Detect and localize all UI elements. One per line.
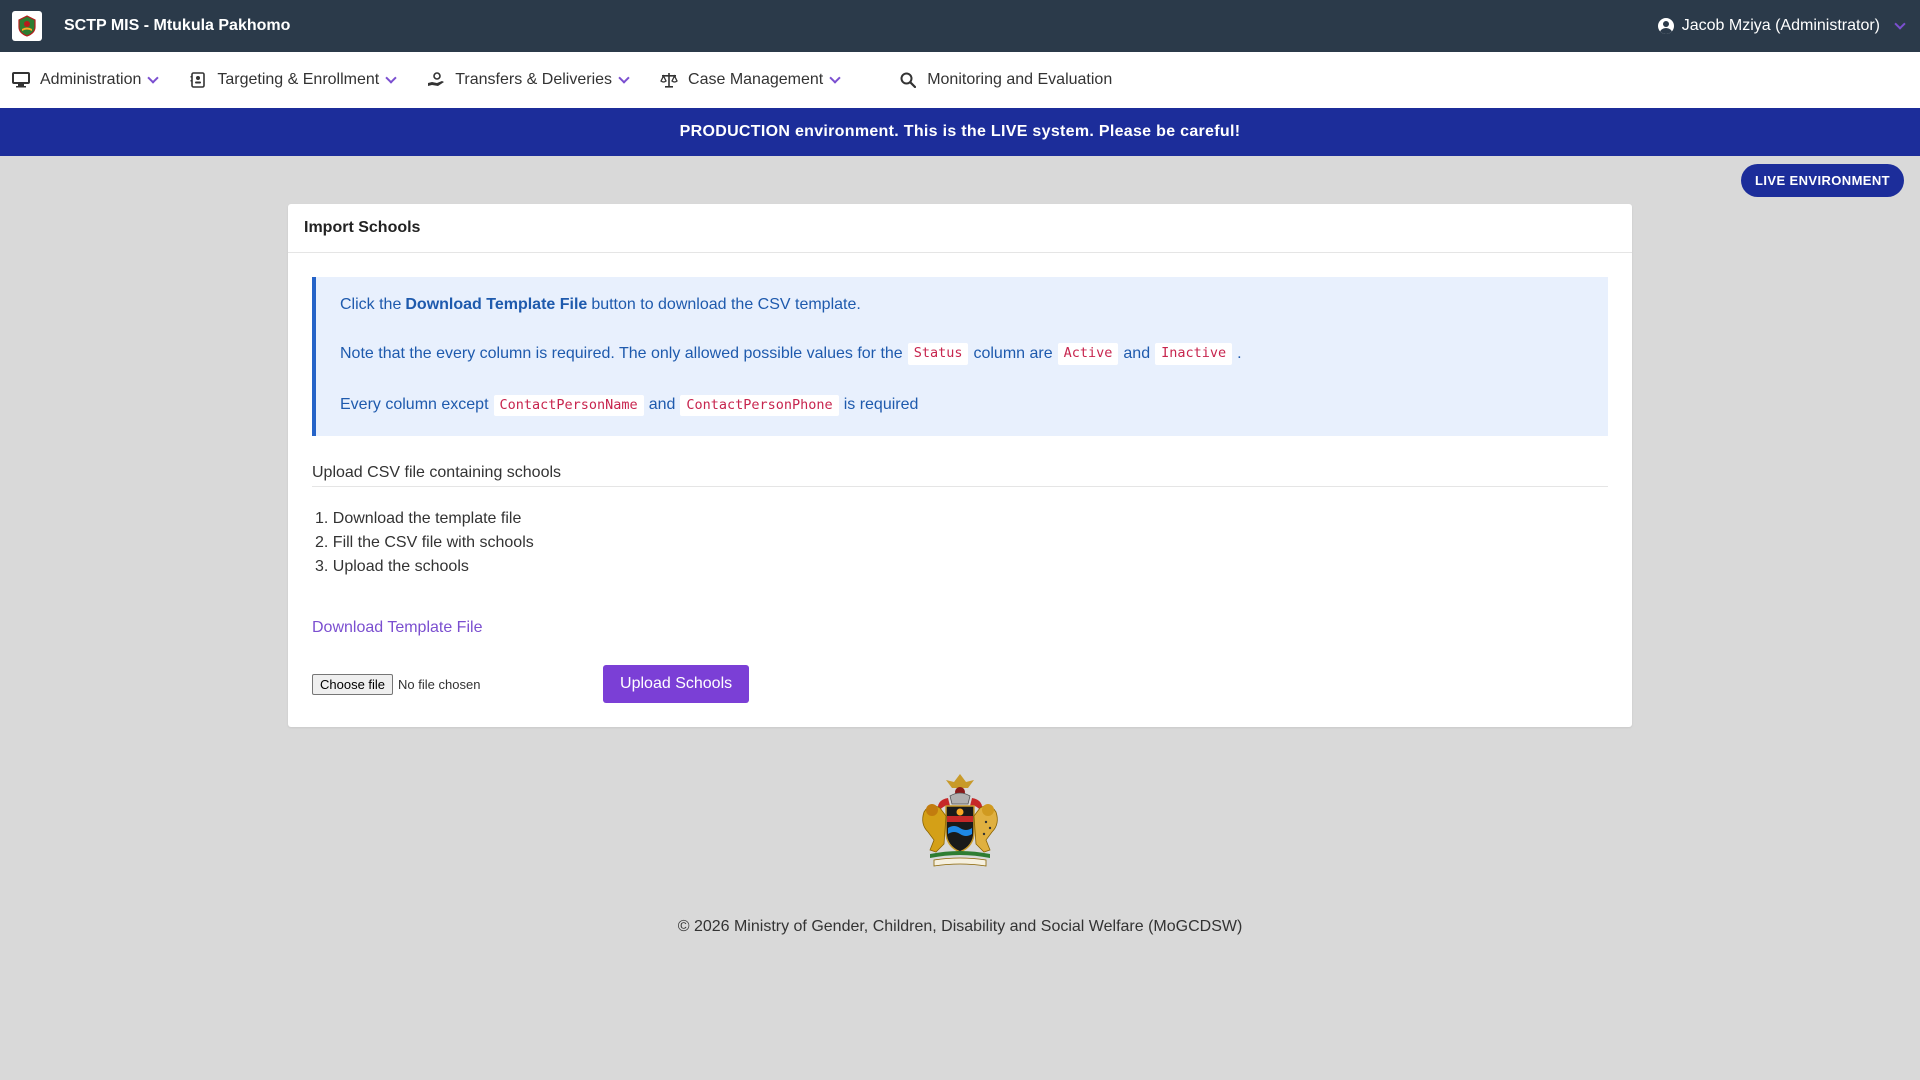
user-circle-icon: [1657, 18, 1674, 34]
step-item: 3. Upload the schools: [315, 558, 469, 575]
info-text: and: [1123, 344, 1151, 362]
nav-monitoring-evaluation[interactable]: Monitoring and Evaluation: [899, 71, 1112, 89]
code-contact-person-phone: ContactPersonPhone: [680, 394, 839, 416]
card-body: Click the Download Template File button …: [288, 253, 1632, 727]
chevron-down-icon: [829, 72, 841, 84]
nav-transfers-deliveries[interactable]: Transfers & Deliveries: [427, 71, 632, 89]
hand-money-icon: [427, 72, 445, 88]
file-status: No file chosen: [398, 676, 481, 692]
code-active: Active: [1057, 343, 1119, 365]
scales-icon: [660, 72, 678, 88]
user-menu[interactable]: Jacob Mziya (Administrator): [1657, 17, 1908, 35]
nav-label: Administration: [40, 71, 142, 88]
code-contact-person-name: ContactPersonName: [493, 394, 644, 416]
coat-of-arms-logo: [910, 772, 1010, 872]
chevron-down-icon: [618, 72, 630, 84]
nav-label: Transfers & Deliveries: [455, 71, 613, 88]
info-text: and: [648, 396, 676, 414]
nav-label: Case Management: [688, 71, 824, 88]
nav-label: Monitoring and Evaluation: [927, 71, 1113, 88]
info-text: Click the: [340, 296, 402, 313]
info-line-1: Click the Download Template File button …: [340, 297, 1584, 313]
info-bold-text: Download Template File: [405, 296, 588, 313]
step-item: 2. Fill the CSV file with schools: [315, 534, 534, 551]
info-line-2: Note that the every column is required. …: [340, 343, 1584, 365]
steps-list: 1. Download the template file 2. Fill th…: [312, 507, 1608, 579]
upload-row: Choose file No file chosen Upload School…: [312, 665, 1608, 703]
nav-case-management[interactable]: Case Management: [660, 71, 843, 89]
id-card-icon: [189, 72, 207, 88]
footer-copyright: © 2026 Ministry of Gender, Children, Dis…: [677, 918, 1243, 935]
code-inactive: Inactive: [1155, 343, 1233, 365]
info-text: .: [1237, 344, 1242, 362]
upload-section-title: Upload CSV file containing schools: [312, 464, 1608, 487]
info-text: column are: [973, 344, 1053, 362]
info-line-3: Every column except ContactPersonName an…: [340, 394, 1584, 416]
main-nav: Administration Targeting & Enrollment Tr…: [0, 52, 1920, 108]
info-text: Note that the every column is required. …: [340, 344, 903, 362]
step-item: 1. Download the template file: [315, 510, 522, 527]
download-template-link[interactable]: Download Template File: [312, 619, 482, 637]
nav-label: Targeting & Enrollment: [217, 71, 380, 88]
choose-file-button[interactable]: Choose file: [312, 673, 394, 695]
production-banner: PRODUCTION environment. This is the LIVE…: [0, 108, 1920, 156]
user-name: Jacob Mziya (Administrator): [1681, 17, 1880, 34]
code-status: Status: [907, 343, 969, 365]
import-schools-card: Import Schools Click the Download Templa…: [288, 204, 1632, 727]
info-text: button to download the CSV template.: [591, 296, 861, 313]
nav-administration[interactable]: Administration: [12, 71, 161, 89]
nav-targeting-enrollment[interactable]: Targeting & Enrollment: [189, 71, 399, 89]
info-text: Every column except: [340, 396, 489, 414]
upload-schools-button[interactable]: Upload Schools: [603, 665, 750, 703]
chevron-down-icon: [147, 72, 160, 84]
search-icon: [899, 72, 917, 88]
top-bar: SCTP MIS - Mtukula Pakhomo Jacob Mziya (…: [0, 0, 1920, 52]
info-text: is required: [843, 396, 919, 414]
live-environment-badge: LIVE ENVIRONMENT: [1741, 164, 1904, 197]
app-title[interactable]: SCTP MIS - Mtukula Pakhomo: [64, 17, 290, 35]
chevron-down-icon: [1894, 18, 1906, 30]
card-title: Import Schools: [288, 204, 1632, 253]
app-logo[interactable]: [12, 11, 42, 41]
monitor-icon: [12, 72, 30, 88]
info-alert: Click the Download Template File button …: [312, 277, 1608, 436]
chevron-down-icon: [385, 72, 397, 84]
